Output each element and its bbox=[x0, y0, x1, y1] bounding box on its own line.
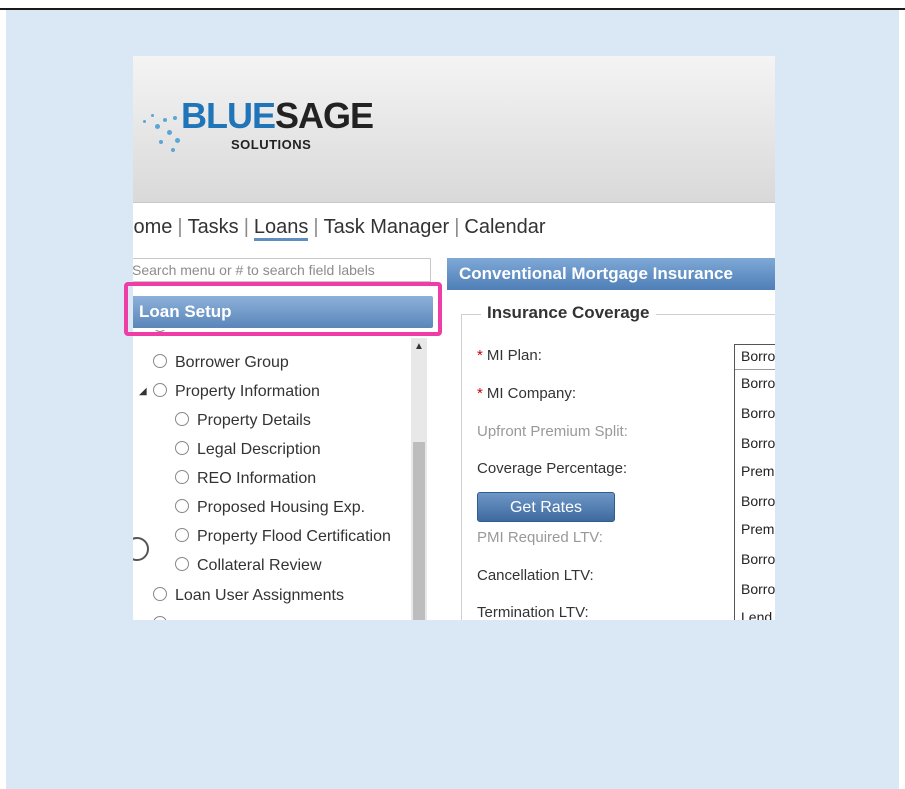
app-header: BLUESAGE SOLUTIONS bbox=[133, 56, 775, 203]
dropdown-option[interactable]: Borro bbox=[741, 581, 775, 597]
nav-task-manager[interactable]: Task Manager bbox=[324, 216, 450, 238]
sidebar-item-property-information[interactable]: Property Information bbox=[153, 381, 320, 403]
dropdown-option[interactable]: Borro bbox=[741, 493, 775, 509]
nav-separator: | bbox=[243, 216, 249, 238]
radio-icon[interactable] bbox=[175, 557, 189, 571]
radio-icon[interactable] bbox=[153, 383, 167, 397]
mi-plan-dropdown[interactable]: Borro Borro Borro Borro Prem Borro Prem … bbox=[734, 344, 775, 620]
cancellation-ltv-label: Cancellation LTV: bbox=[477, 567, 594, 584]
dropdown-option[interactable]: Borro bbox=[741, 405, 775, 421]
highlight-box bbox=[124, 282, 442, 336]
sidebar-tree: Borrower Group Property Information ◢ Pr… bbox=[133, 330, 433, 620]
sidebar-item-label: Loan User Assignments bbox=[175, 587, 344, 604]
required-marker: * bbox=[477, 347, 483, 364]
dropdown-option[interactable]: Lend bbox=[741, 609, 772, 620]
nav-home[interactable]: lome bbox=[133, 216, 172, 238]
nav-separator: | bbox=[177, 216, 183, 238]
sidebar-item-label: Proposed Housing Exp. bbox=[197, 499, 366, 516]
dropdown-option[interactable]: Borro bbox=[741, 435, 775, 451]
sidebar-item-label: Collateral Review bbox=[197, 557, 322, 574]
nav-separator: | bbox=[454, 216, 460, 238]
logo-dots-icon bbox=[141, 96, 183, 156]
sidebar-item-collateral-review[interactable]: Collateral Review bbox=[175, 555, 322, 577]
sidebar-item-legal-description[interactable]: Legal Description bbox=[175, 439, 321, 461]
mi-plan-label: * MI Plan: bbox=[477, 347, 542, 364]
nav-calendar[interactable]: Calendar bbox=[464, 216, 545, 238]
mi-company-label-text: MI Company: bbox=[486, 385, 577, 402]
scroll-thumb[interactable] bbox=[413, 442, 425, 620]
mi-plan-label-text: MI Plan: bbox=[486, 347, 542, 364]
logo-blue-word: BLUE bbox=[181, 95, 276, 136]
pmi-required-ltv-label: PMI Required LTV: bbox=[477, 529, 603, 546]
nav-tasks[interactable]: Tasks bbox=[188, 216, 239, 238]
logo-subtitle: SOLUTIONS bbox=[231, 137, 312, 152]
sidebar-item-borrower-group[interactable]: Borrower Group bbox=[153, 352, 289, 374]
dropdown-option[interactable]: Prem bbox=[741, 463, 774, 479]
required-marker: * bbox=[477, 385, 483, 402]
section-title: Insurance Coverage bbox=[481, 303, 656, 323]
dropdown-option[interactable]: Borro bbox=[741, 375, 775, 391]
radio-icon[interactable] bbox=[153, 587, 167, 601]
logo-dark-word: SAGE bbox=[275, 95, 374, 136]
sidebar-item-loan-user-assignments[interactable]: Loan User Assignments bbox=[153, 585, 344, 607]
logo: BLUESAGE bbox=[181, 95, 374, 136]
termination-ltv-label: Termination LTV: bbox=[477, 604, 589, 620]
sidebar-item-property-details[interactable]: Property Details bbox=[175, 410, 311, 432]
upfront-premium-split-label: Upfront Premium Split: bbox=[477, 423, 628, 440]
radio-icon[interactable] bbox=[175, 412, 189, 426]
sidebar-item-label: REO Information bbox=[197, 470, 317, 487]
sidebar-item-property-flood-certification[interactable]: Property Flood Certification bbox=[175, 526, 391, 548]
list-item[interactable] bbox=[153, 614, 175, 620]
main-nav: lome | Tasks | Loans | Task Manager | Calendar bbox=[133, 216, 546, 246]
sidebar-scrollbar[interactable]: ▲ bbox=[411, 338, 427, 620]
mi-company-label: * MI Company: bbox=[477, 385, 576, 402]
radio-icon[interactable] bbox=[175, 499, 189, 513]
sidebar-item-label: Legal Description bbox=[197, 441, 321, 458]
panel-title: Conventional Mortgage Insurance bbox=[447, 258, 775, 290]
nav-loans[interactable]: Loans bbox=[253, 216, 309, 241]
radio-icon[interactable] bbox=[175, 470, 189, 484]
sidebar-item-label: Property Information bbox=[175, 383, 320, 400]
sidebar-item-proposed-housing-exp[interactable]: Proposed Housing Exp. bbox=[175, 497, 365, 519]
sidebar-item-label: Property Details bbox=[197, 412, 311, 429]
sidebar-item-label: Property Flood Certification bbox=[197, 528, 391, 545]
sidebar-item-label: Borrower Group bbox=[175, 354, 289, 371]
coverage-percentage-label: Coverage Percentage: bbox=[477, 460, 628, 477]
radio-icon[interactable] bbox=[153, 616, 167, 620]
mi-plan-selected-value[interactable]: Borro bbox=[741, 348, 775, 364]
menu-search-input[interactable]: Search menu or # to search field labels bbox=[133, 258, 431, 282]
dropdown-option[interactable]: Prem bbox=[741, 521, 774, 537]
app-screenshot: BLUESAGE SOLUTIONS lome | Tasks | Loans | Task… bbox=[133, 56, 775, 620]
expand-triangle-icon[interactable]: ◢ bbox=[139, 386, 147, 397]
sidebar-item-reo-information[interactable]: REO Information bbox=[175, 468, 316, 490]
get-rates-button[interactable]: Get Rates bbox=[477, 492, 615, 522]
scroll-up-icon[interactable]: ▲ bbox=[411, 338, 427, 356]
radio-icon[interactable] bbox=[175, 441, 189, 455]
dropdown-option[interactable]: Borro bbox=[741, 551, 775, 567]
radio-icon[interactable] bbox=[153, 354, 167, 368]
radio-icon[interactable] bbox=[175, 528, 189, 542]
nav-separator: | bbox=[313, 216, 319, 238]
